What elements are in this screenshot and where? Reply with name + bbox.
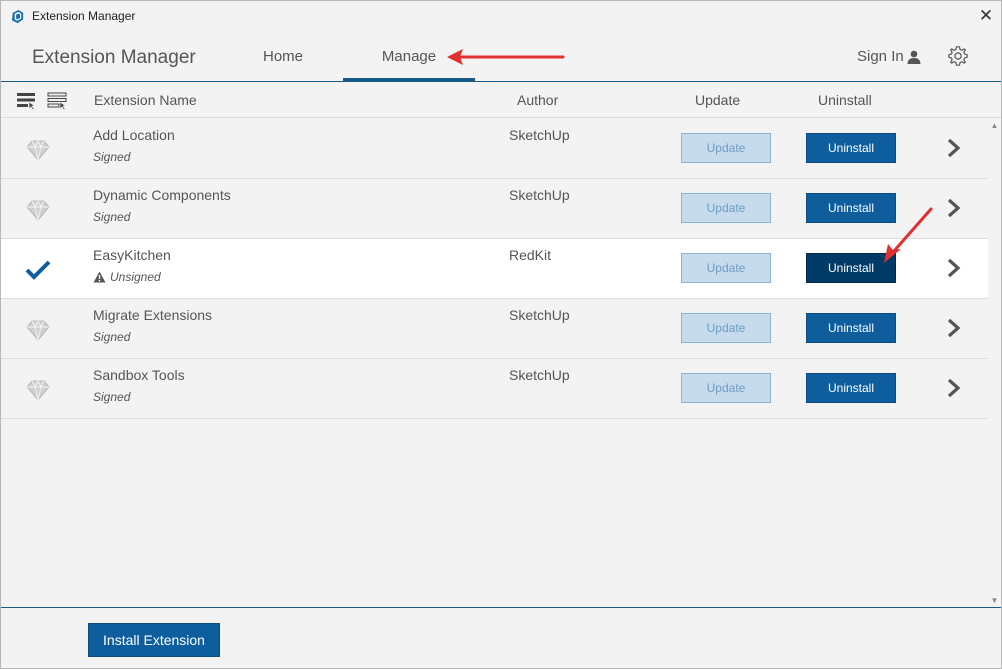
uninstall-button[interactable]: Uninstall: [806, 253, 896, 283]
warning-icon: [93, 271, 106, 283]
checkmark-icon: [25, 260, 51, 280]
uninstall-button[interactable]: Uninstall: [806, 373, 896, 403]
extension-name: Migrate Extensions: [93, 307, 213, 323]
tab-home[interactable]: Home: [241, 32, 325, 81]
gem-icon: [26, 319, 50, 341]
compact-list-icon[interactable]: [47, 92, 67, 110]
update-button[interactable]: Update: [681, 193, 771, 223]
chevron-right-icon[interactable]: [945, 377, 963, 399]
window-title: Extension Manager: [32, 9, 136, 23]
column-extension-name: Extension Name: [94, 92, 197, 108]
chevron-right-icon[interactable]: [945, 137, 963, 159]
gem-icon: [26, 199, 50, 221]
extension-name: Add Location: [93, 127, 175, 143]
extension-author: SketchUp: [509, 127, 570, 143]
update-button[interactable]: Update: [681, 133, 771, 163]
signature-status: Signed: [93, 210, 131, 224]
sketchup-logo-icon: [11, 9, 24, 24]
title-bar: Extension Manager ✕: [1, 1, 1001, 32]
gem-icon: [26, 139, 50, 161]
extension-manager-window: Extension Manager ✕ Extension Manager Ho…: [0, 0, 1002, 669]
chevron-right-icon[interactable]: [945, 257, 963, 279]
signature-status: Signed: [93, 390, 131, 404]
close-icon: ✕: [978, 6, 994, 25]
update-button[interactable]: Update: [681, 313, 771, 343]
extension-name: Sandbox Tools: [93, 367, 185, 383]
signature-status: Signed: [93, 150, 131, 164]
column-uninstall: Uninstall: [818, 92, 872, 108]
uninstall-button[interactable]: Uninstall: [806, 193, 896, 223]
sign-in-label: Sign In: [857, 48, 904, 65]
extension-row[interactable]: Add Location Signed SketchUp Update Unin…: [1, 119, 988, 179]
extension-author: SketchUp: [509, 367, 570, 383]
extension-name: Dynamic Components: [93, 187, 231, 203]
close-button[interactable]: ✕: [971, 1, 1001, 32]
settings-gear-icon[interactable]: [947, 45, 969, 67]
extension-row[interactable]: Migrate Extensions Signed SketchUp Updat…: [1, 299, 988, 359]
update-button[interactable]: Update: [681, 253, 771, 283]
update-button[interactable]: Update: [681, 373, 771, 403]
brand-title: Extension Manager: [32, 47, 196, 68]
header-nav: Extension Manager Home Manage Sign In: [1, 32, 1001, 82]
extension-row[interactable]: Sandbox Tools Signed SketchUp Update Uni…: [1, 359, 988, 419]
list-view-icon[interactable]: [16, 92, 36, 110]
scroll-up-icon[interactable]: ▲: [990, 121, 999, 130]
uninstall-button[interactable]: Uninstall: [806, 313, 896, 343]
column-header: Extension Name Author Update Uninstall: [1, 82, 1001, 118]
gem-icon: [26, 379, 50, 401]
extension-row-selected[interactable]: EasyKitchen Unsigned RedKit Update Unins…: [1, 239, 988, 299]
column-update: Update: [695, 92, 741, 108]
extension-row[interactable]: Dynamic Components Signed SketchUp Updat…: [1, 179, 988, 239]
extension-name: EasyKitchen: [93, 247, 171, 263]
extension-author: SketchUp: [509, 187, 570, 203]
signature-status: Unsigned: [93, 270, 161, 284]
tab-manage[interactable]: Manage: [343, 32, 475, 82]
install-extension-button[interactable]: Install Extension: [88, 623, 220, 657]
extension-list: Add Location Signed SketchUp Update Unin…: [1, 119, 988, 607]
chevron-right-icon[interactable]: [945, 317, 963, 339]
uninstall-button[interactable]: Uninstall: [806, 133, 896, 163]
scroll-down-icon[interactable]: ▼: [990, 596, 999, 605]
signature-status: Signed: [93, 330, 131, 344]
chevron-right-icon[interactable]: [945, 197, 963, 219]
extension-author: RedKit: [509, 247, 552, 263]
footer: Install Extension: [1, 607, 1001, 668]
sign-in-button[interactable]: Sign In: [857, 48, 921, 65]
extension-author: SketchUp: [509, 307, 570, 323]
vertical-scrollbar[interactable]: ▲ ▼: [988, 119, 1001, 607]
column-author: Author: [517, 92, 559, 108]
user-icon: [907, 50, 921, 64]
